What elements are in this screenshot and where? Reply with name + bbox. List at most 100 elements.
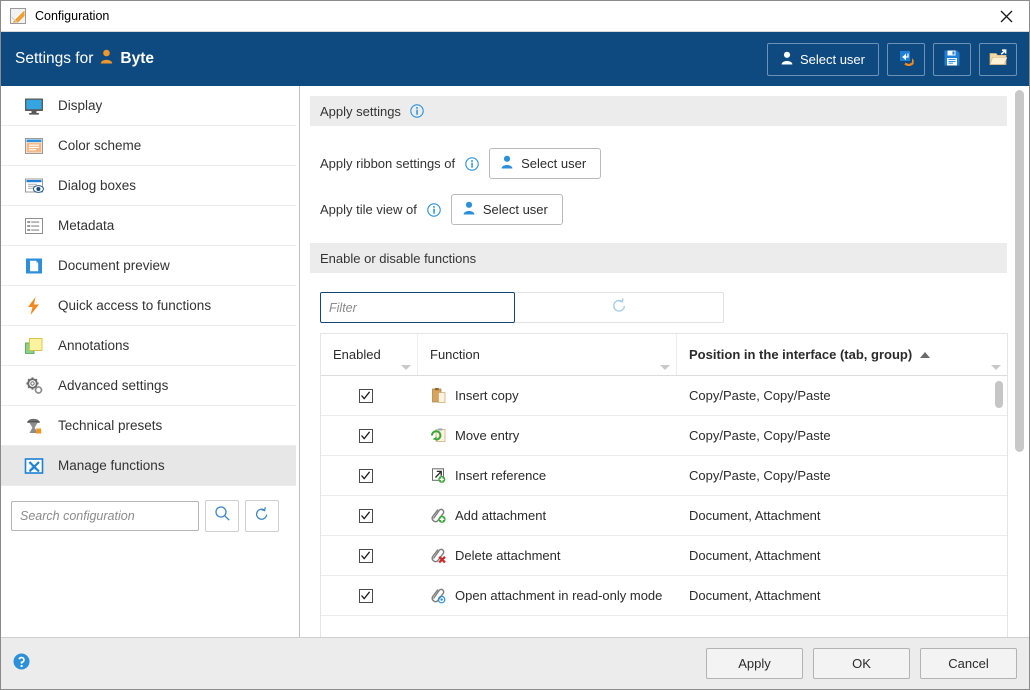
search-configuration-button[interactable] <box>205 500 239 532</box>
cell-function: Open attachment in read-only mode <box>418 587 677 604</box>
table-row[interactable]: Open attachment in read-only mode Docume… <box>321 576 1007 616</box>
apply-ribbon-settings-label: Apply ribbon settings of <box>320 156 456 171</box>
filter-reset-button[interactable] <box>515 292 724 323</box>
main-scrollbar-thumb[interactable] <box>1015 90 1024 452</box>
apply-settings-section-header: Apply settings <box>310 96 1007 126</box>
cell-position: Copy/Paste, Copy/Paste <box>689 468 831 483</box>
lightning-bolt-icon <box>23 295 45 317</box>
enabled-checkbox[interactable] <box>358 548 373 563</box>
apply-ribbon-select-user-button[interactable]: Select user <box>489 148 602 179</box>
open-settings-button[interactable] <box>979 42 1017 76</box>
table-row[interactable]: Insert reference Copy/Paste, Copy/Paste <box>321 456 1007 496</box>
footer-buttons: Apply OK Cancel <box>706 648 1017 679</box>
close-icon <box>1000 10 1012 22</box>
cell-enabled <box>321 508 418 523</box>
cell-position: Copy/Paste, Copy/Paste <box>689 428 831 443</box>
configuration-window: Configuration Settings for Byte Select u… <box>0 0 1030 690</box>
cell-enabled <box>321 428 418 443</box>
column-header-enabled[interactable]: Enabled <box>321 334 418 375</box>
dialog-box-icon <box>23 175 45 197</box>
header-user-name: Byte <box>120 50 155 67</box>
sidebar-item-display[interactable]: Display <box>1 86 296 126</box>
caret-down-icon[interactable] <box>401 365 411 370</box>
main-scrollbar-track[interactable] <box>1015 86 1027 637</box>
enable-disable-functions-title: Enable or disable functions <box>320 250 477 266</box>
filter-input[interactable] <box>320 292 515 323</box>
enabled-checkbox[interactable] <box>358 588 373 603</box>
apply-ribbon-settings-row: Apply ribbon settings of Select user <box>320 148 1007 179</box>
enable-disable-functions-section-header: Enable or disable functions <box>310 243 1007 273</box>
column-header-function[interactable]: Function <box>418 334 677 375</box>
enabled-checkbox[interactable] <box>358 468 373 483</box>
sidebar-item-document-preview[interactable]: Document preview <box>1 246 296 286</box>
cell-function: Insert copy <box>418 387 677 404</box>
sidebar-nav: Display Color scheme Dialog boxes Metada… <box>1 86 299 486</box>
title-bar: Configuration <box>1 1 1029 32</box>
apply-tile-view-row: Apply tile view of Select user <box>320 194 1007 225</box>
import-settings-button[interactable] <box>887 42 925 76</box>
function-label: Insert reference <box>455 468 547 483</box>
info-icon[interactable] <box>465 156 479 171</box>
info-icon[interactable] <box>410 104 424 118</box>
table-row[interactable]: Move entry Copy/Paste, Copy/Paste <box>321 416 1007 456</box>
settings-sidebar: Display Color scheme Dialog boxes Metada… <box>1 86 300 637</box>
sidebar-item-advanced-settings[interactable]: Advanced settings <box>1 366 296 406</box>
sidebar-item-label: Quick access to functions <box>58 298 212 313</box>
select-user-button[interactable]: Select user <box>766 42 879 76</box>
sidebar-item-quick-access[interactable]: Quick access to functions <box>1 286 296 326</box>
magnifier-icon <box>214 505 231 527</box>
cell-position: Copy/Paste, Copy/Paste <box>689 388 831 403</box>
user-icon <box>501 155 513 172</box>
delete-attachment-icon <box>430 547 447 564</box>
save-settings-button[interactable] <box>933 42 971 76</box>
apply-tile-view-select-user-button[interactable]: Select user <box>450 194 563 225</box>
table-row[interactable]: Delete attachment Document, Attachment <box>321 536 1007 576</box>
enabled-checkbox[interactable] <box>358 508 373 523</box>
sidebar-item-annotations[interactable]: Annotations <box>1 326 296 366</box>
user-icon <box>100 49 113 69</box>
window-body: Display Color scheme Dialog boxes Metada… <box>1 86 1029 637</box>
user-icon <box>781 51 793 68</box>
column-header-position[interactable]: Position in the interface (tab, group) <box>677 334 1007 375</box>
cell-function: Add attachment <box>418 507 677 524</box>
monitor-icon <box>23 95 45 117</box>
apply-button[interactable]: Apply <box>706 648 803 679</box>
cell-function: Move entry <box>418 427 677 444</box>
enabled-checkbox[interactable] <box>358 428 373 443</box>
gears-icon <box>23 375 45 397</box>
column-header-label: Position in the interface (tab, group) <box>689 347 913 362</box>
sidebar-item-metadata[interactable]: Metadata <box>1 206 296 246</box>
cell-position: Document, Attachment <box>689 588 821 603</box>
reset-icon <box>254 506 270 527</box>
help-icon[interactable] <box>13 653 30 675</box>
search-configuration-input[interactable] <box>11 501 199 531</box>
config-app-icon <box>10 8 26 24</box>
sidebar-item-manage-functions[interactable]: Manage functions <box>1 446 296 486</box>
table-row[interactable]: Add attachment Document, Attachment <box>321 496 1007 536</box>
functions-table-header: Enabled Function Position in the interfa… <box>321 334 1007 376</box>
table-row[interactable]: Insert copy Copy/Paste, Copy/Paste <box>321 376 1007 416</box>
sidebar-item-label: Dialog boxes <box>58 178 137 193</box>
sticky-note-icon <box>23 335 45 357</box>
select-user-label: Select user <box>799 51 865 67</box>
cancel-button[interactable]: Cancel <box>920 648 1017 679</box>
close-button[interactable] <box>983 1 1029 31</box>
open-attachment-readonly-icon <box>430 587 447 604</box>
function-label: Delete attachment <box>455 548 561 563</box>
sidebar-item-dialog-boxes[interactable]: Dialog boxes <box>1 166 296 206</box>
cell-function: Insert reference <box>418 467 677 484</box>
filter-row <box>320 292 724 323</box>
reset-configuration-search-button[interactable] <box>245 500 279 532</box>
ok-button[interactable]: OK <box>813 648 910 679</box>
caret-down-icon[interactable] <box>991 365 1001 370</box>
table-scrollbar-thumb[interactable] <box>995 381 1003 408</box>
open-folder-icon <box>989 48 1008 70</box>
cell-enabled <box>321 588 418 603</box>
info-icon[interactable] <box>427 202 441 217</box>
sidebar-item-color-scheme[interactable]: Color scheme <box>1 126 296 166</box>
import-settings-icon <box>897 49 915 70</box>
table-row-partial[interactable] <box>321 616 1007 637</box>
enabled-checkbox[interactable] <box>358 388 373 403</box>
sidebar-item-technical-presets[interactable]: Technical presets <box>1 406 296 446</box>
caret-down-icon[interactable] <box>660 365 670 370</box>
